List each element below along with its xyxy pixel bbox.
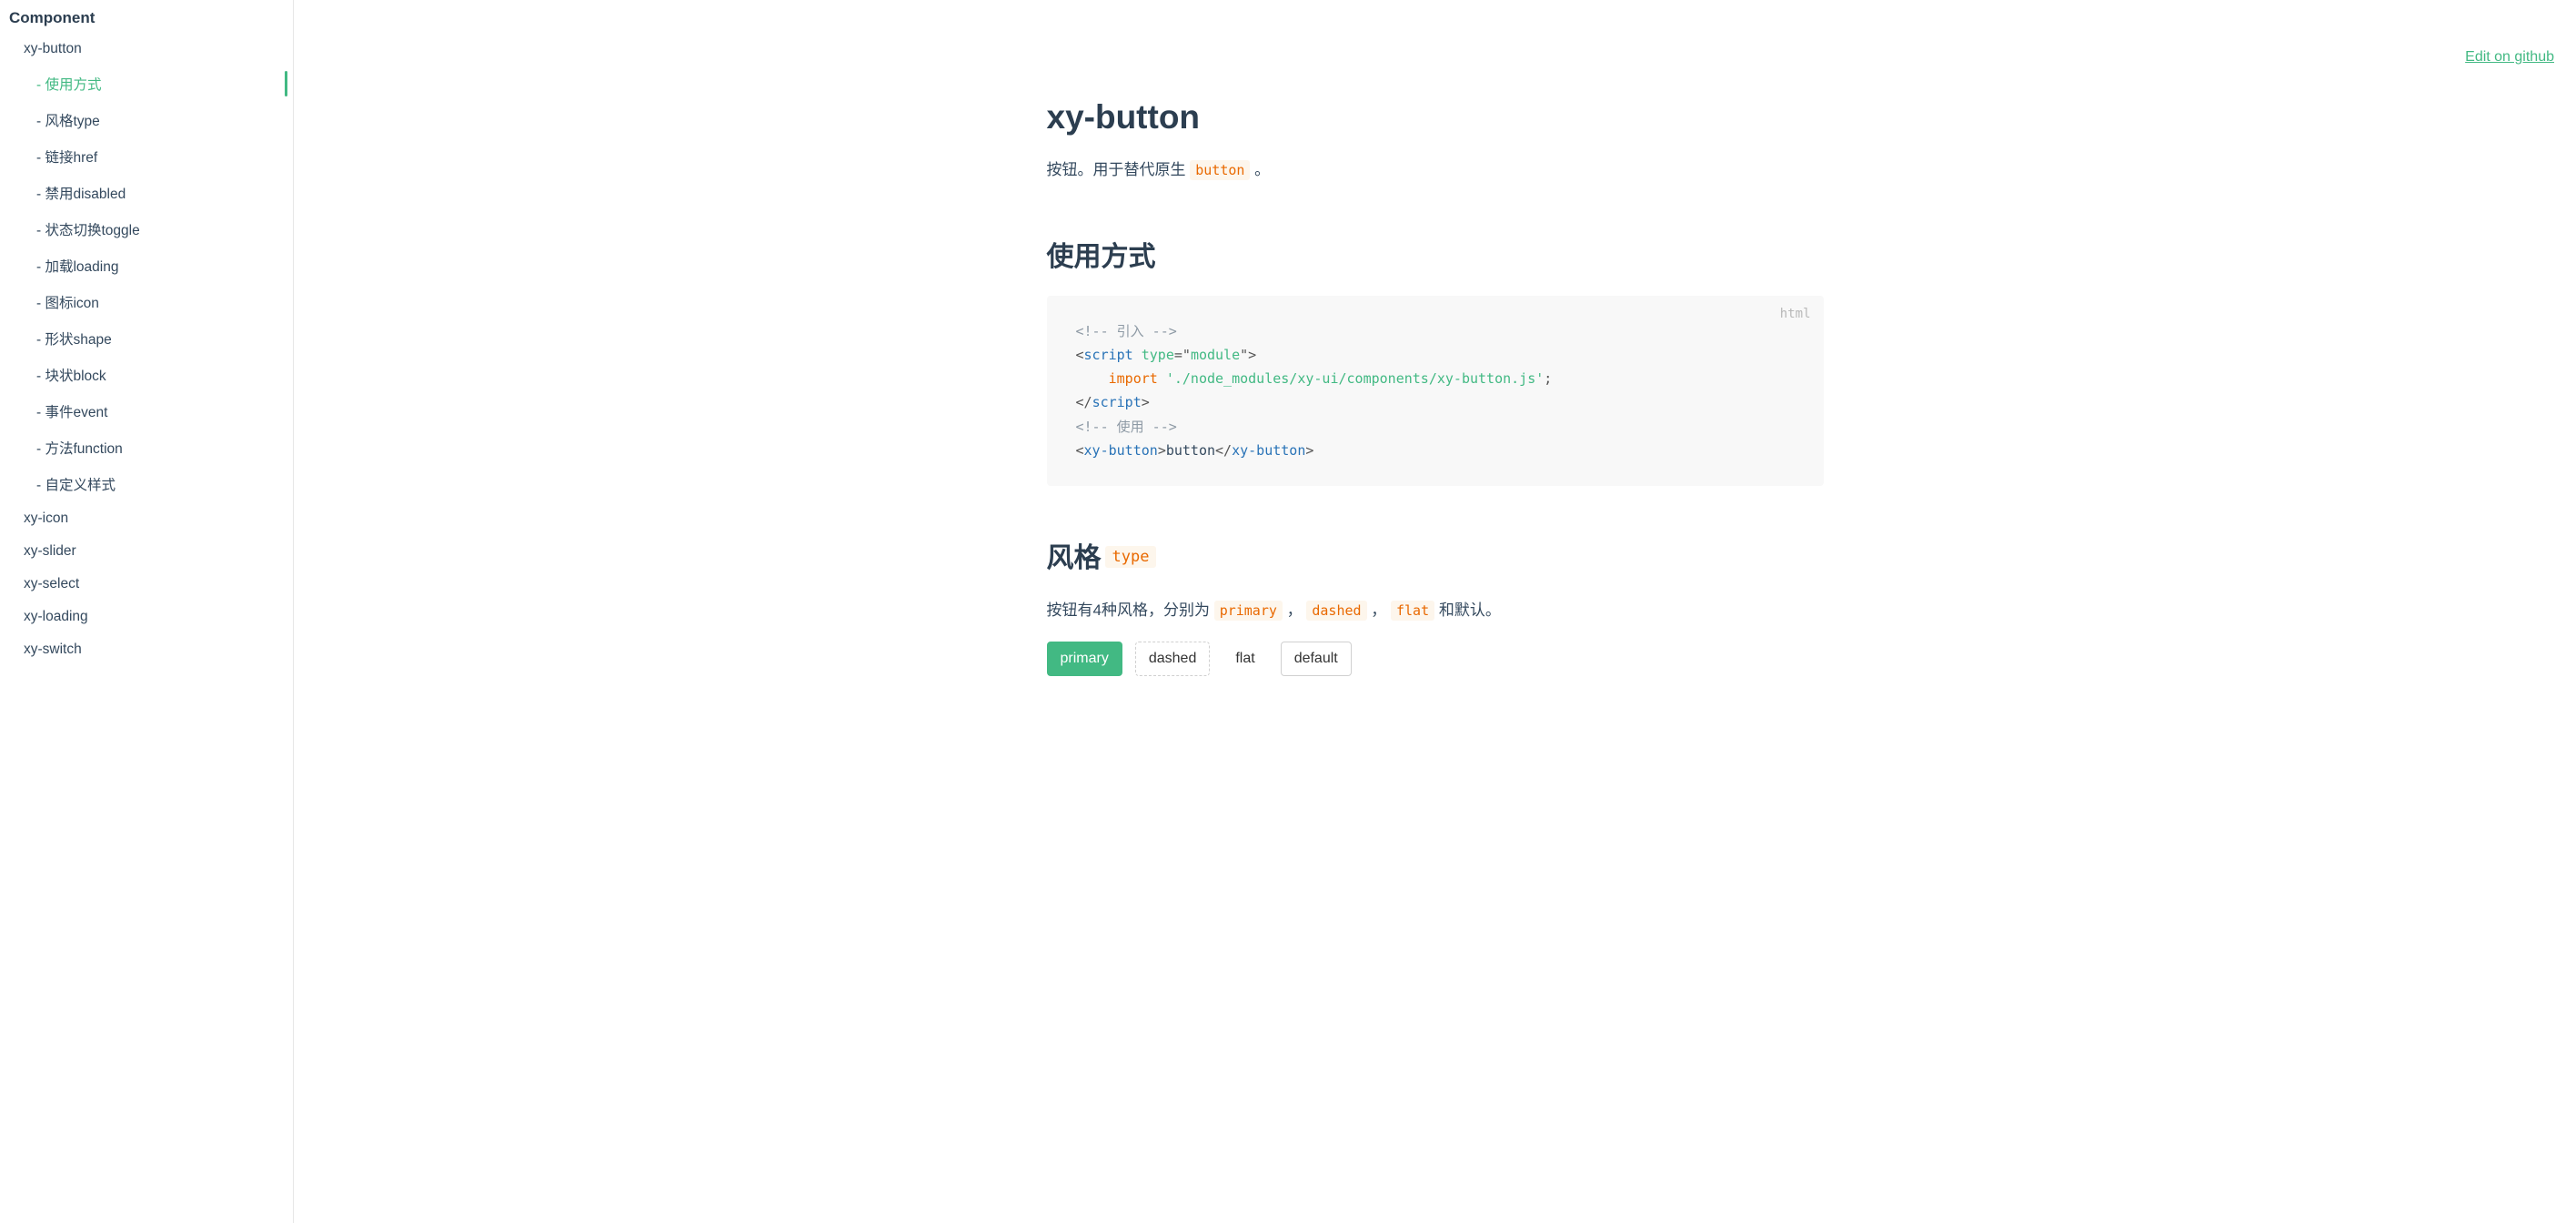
sidebar-subitem-shape[interactable]: - 形状shape: [0, 320, 293, 357]
desc-text-before: 按钮。用于替代原生: [1047, 161, 1191, 178]
inline-code-dashed: dashed: [1306, 601, 1366, 621]
button-examples-row: primary dashed flat default: [1047, 642, 1824, 676]
example-button-dashed[interactable]: dashed: [1135, 642, 1211, 676]
sidebar-subitem-function[interactable]: - 方法function: [0, 430, 293, 466]
desc-text-after: 。: [1250, 161, 1270, 178]
edit-on-github-link[interactable]: Edit on github: [2465, 49, 2554, 65]
section-heading-usage: 使用方式: [1047, 234, 1824, 274]
sidebar-item-xy-slider[interactable]: xy-slider: [0, 535, 293, 568]
example-button-default[interactable]: default: [1281, 642, 1352, 676]
code-lang-label: html: [1780, 303, 1811, 326]
sidebar-subitem-custom-style[interactable]: - 自定义样式: [0, 466, 293, 502]
sidebar-item-xy-select[interactable]: xy-select: [0, 568, 293, 601]
sidebar-item-xy-switch[interactable]: xy-switch: [0, 633, 293, 666]
section-heading-style: 风格type: [1047, 535, 1824, 575]
inline-code-button: button: [1190, 160, 1250, 180]
sidebar-subitem-disabled[interactable]: - 禁用disabled: [0, 175, 293, 211]
sidebar-subitem-block[interactable]: - 块状block: [0, 357, 293, 393]
page-description: 按钮。用于替代原生 button 。: [1047, 157, 1824, 185]
inline-code-primary: primary: [1214, 601, 1283, 621]
sidebar-subitem-loading[interactable]: - 加载loading: [0, 248, 293, 284]
sidebar-item-xy-button[interactable]: xy-button: [0, 33, 293, 66]
sidebar-subitem-event[interactable]: - 事件event: [0, 393, 293, 430]
page-title: xy-button: [1047, 98, 1824, 136]
example-button-flat[interactable]: flat: [1223, 642, 1267, 675]
sidebar: Component xy-button - 使用方式 - 风格type - 链接…: [0, 0, 294, 1223]
sidebar-subitem-icon[interactable]: - 图标icon: [0, 284, 293, 320]
sidebar-heading: Component: [0, 7, 293, 33]
heading-code-type: type: [1105, 546, 1157, 568]
heading-text-style: 风格: [1047, 543, 1102, 573]
main-content: Edit on github xy-button 按钮。用于替代原生 butto…: [294, 0, 2576, 1223]
sidebar-subitem-toggle[interactable]: - 状态切换toggle: [0, 211, 293, 248]
sidebar-subitem-href[interactable]: - 链接href: [0, 138, 293, 175]
example-button-primary[interactable]: primary: [1047, 642, 1122, 676]
sidebar-subitem-usage[interactable]: - 使用方式: [0, 66, 293, 102]
inline-code-flat: flat: [1391, 601, 1434, 621]
code-block-usage: html <!-- 引入 --> <script type="module"> …: [1047, 296, 1824, 487]
sidebar-subitem-type[interactable]: - 风格type: [0, 102, 293, 138]
sidebar-item-xy-loading[interactable]: xy-loading: [0, 601, 293, 633]
style-description: 按钮有4种风格，分别为 primary ， dashed ， flat 和默认。: [1047, 597, 1824, 625]
sidebar-item-xy-icon[interactable]: xy-icon: [0, 502, 293, 535]
header-links: Edit on github: [316, 0, 2554, 66]
